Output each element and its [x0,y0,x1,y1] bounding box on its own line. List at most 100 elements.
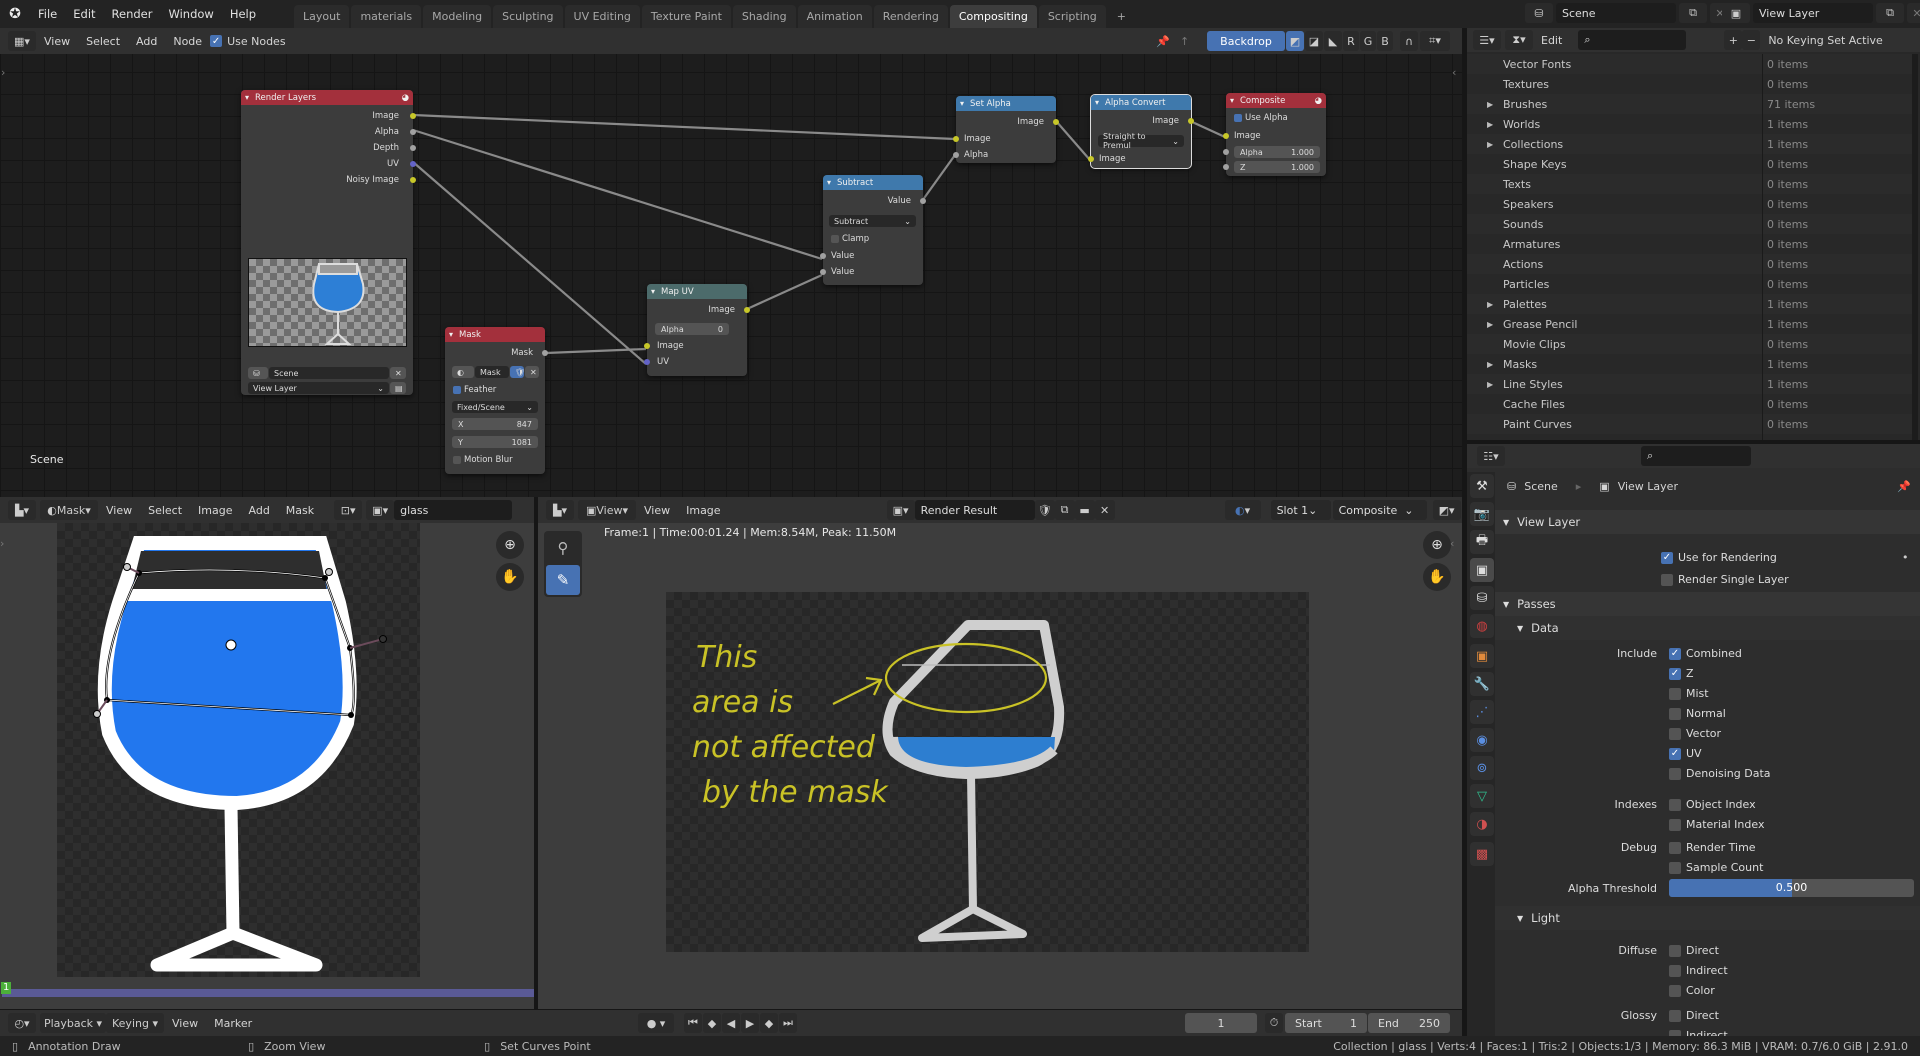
output-socket-mask[interactable] [542,350,548,356]
image-editor[interactable]: ▙▾ ▣ View ▾ View Image ▣▾ Render Result 🛡… [538,497,1462,1009]
render-single-layer-toggle[interactable]: Render Single Layer [1661,573,1789,586]
input-socket-image[interactable] [1223,133,1229,139]
view-layer-field[interactable]: View Layer [1753,3,1873,23]
editor-type-icon[interactable]: ☰▾ [1473,30,1501,50]
render-icon[interactable]: ◕ [402,93,409,103]
mask-node[interactable]: Mask Mask ◐ Mask 🛡 ✕ Feather Fixed/Scene… [445,327,548,474]
render-layer-dropdown[interactable]: Composite ⌄ [1332,500,1427,520]
render-layers-node[interactable]: Render Layers ◕ Image Alpha Depth UV Nois… [241,90,416,395]
glossy-direct-toggle[interactable]: Direct [1669,1009,1719,1022]
mode-dropdown[interactable]: ◐ Mask ▾ [40,500,98,520]
checkbox[interactable] [1669,727,1681,740]
scene-selector-icon[interactable]: ⛁ [1525,3,1553,23]
keying-menu[interactable]: Keying ▾ [106,1013,164,1033]
texture-tab-icon[interactable]: ▩ [1470,842,1494,866]
input-socket-value-2[interactable] [820,269,826,275]
outliner-row[interactable]: Shape Keys 0 items [1467,154,1912,174]
start-frame-field[interactable]: Start 1 [1285,1013,1367,1033]
modifier-tab-icon[interactable]: 🔧 [1470,672,1494,696]
subtract-node[interactable]: Subtract Value Subtract⌄ Clamp Value Val… [820,175,926,285]
outliner-row[interactable]: Vector Fonts 0 items [1467,54,1912,74]
input-socket-image[interactable] [644,343,650,349]
include-vector-toggle[interactable]: Vector [1669,727,1721,740]
outliner-row[interactable]: Particles 0 items [1467,274,1912,294]
next-keyframe-icon[interactable]: ◆ [760,1013,778,1033]
constraints-tab-icon[interactable]: ⊚ [1470,756,1494,780]
map-uv-node-header[interactable]: Map UV [647,284,747,299]
diffuse-indirect-toggle[interactable]: Indirect [1669,964,1728,977]
output-socket-image[interactable] [744,307,750,313]
use-alpha-checkbox[interactable] [1234,113,1242,122]
output-socket-uv[interactable] [410,161,416,167]
render-result-canvas[interactable]: This area is not affected by the mask [666,592,1309,952]
subtract-node-header[interactable]: Subtract [823,175,923,190]
outliner-row[interactable]: ▶ Worlds 1 items [1467,114,1912,134]
menu-render[interactable]: Render [104,7,161,21]
tab-compositing[interactable]: Compositing [949,5,1037,28]
tab-uv-editing[interactable]: UV Editing [564,5,640,28]
render-icon[interactable]: ◕ [1315,96,1322,106]
particles-tab-icon[interactable]: ⋰ [1470,700,1494,724]
add-keying-set-icon[interactable]: + [1724,30,1743,50]
composite-z-field[interactable]: Z 1.000 [1234,161,1320,173]
outliner-row[interactable]: Sounds 0 items [1467,214,1912,234]
menu-image[interactable]: Image [190,504,240,517]
toolbar-toggle-icon[interactable]: › [1,66,5,79]
slot-dropdown[interactable]: Slot 1 ⌄ [1270,500,1331,520]
output-socket-alpha[interactable] [410,129,416,135]
expand-arrow-icon[interactable]: ▶ [1487,140,1493,149]
expand-arrow-icon[interactable]: ▶ [1487,360,1493,369]
new-scene-icon[interactable]: ⧉ [1679,3,1707,23]
compositor-node-editor[interactable]: ▦▾ View Select Add Node ✓ Use Nodes 📌 ↑ … [0,28,1462,497]
clamp-toggle[interactable]: Clamp [831,233,869,245]
include-combined-toggle[interactable]: ✓ Combined [1669,647,1742,660]
checkbox[interactable] [1669,964,1681,977]
tab-modeling[interactable]: Modeling [423,5,492,28]
stopwatch-icon[interactable]: ⏱ [1265,1013,1283,1033]
current-frame-indicator[interactable]: 1 [1,982,12,994]
new-view-layer-icon[interactable]: ⧉ [1876,3,1904,23]
view-layer-selector-icon[interactable]: ▣ [1722,3,1750,23]
input-socket-z[interactable] [1223,164,1229,170]
outliner-row[interactable]: Movie Clips 0 items [1467,334,1912,354]
menu-view[interactable]: View [98,504,140,517]
scene-tab-icon[interactable]: ⛁ [1470,586,1494,610]
checkbox[interactable] [1669,984,1681,997]
menu-edit[interactable]: Edit [65,7,103,21]
set-alpha-node[interactable]: Set Alpha Image Image Alpha [953,96,1059,163]
include-uv-toggle[interactable]: ✓ UV [1669,747,1702,760]
input-socket-image[interactable] [1088,156,1094,162]
output-tab-icon[interactable]: 🖶 [1470,530,1494,554]
expand-arrow-icon[interactable]: ▶ [1487,100,1493,109]
editor-type-icon[interactable]: ◴▾ [8,1013,36,1033]
input-socket-value-1[interactable] [820,253,826,259]
properties-search-input[interactable]: ⌕ [1641,446,1751,466]
checkbox[interactable] [1669,798,1681,811]
outliner-row[interactable]: Actions 0 items [1467,254,1912,274]
outliner-row[interactable]: ▶ Brushes 71 items [1467,94,1912,114]
output-socket-image[interactable] [1053,119,1059,125]
menu-mask[interactable]: Mask [278,504,322,517]
play-reverse-icon[interactable]: ◀ [722,1013,740,1033]
output-socket-noisy-image[interactable] [410,177,416,183]
checkbox[interactable] [1669,818,1681,831]
diffuse-color-toggle[interactable]: Color [1669,984,1715,997]
checkbox[interactable] [1669,861,1681,874]
sample-tool-icon[interactable]: ⚲ [546,533,580,563]
editor-type-icon[interactable]: ☷▾ [1477,446,1505,466]
composite-node[interactable]: Composite ◕ Use Alpha Image Alpha 1.000 Z 1… [1223,93,1326,176]
data-tab-icon[interactable]: ▽ [1470,784,1494,808]
checkbox[interactable] [1669,767,1681,780]
new-image-icon[interactable]: ⧉ [1054,500,1075,520]
mask-y-field[interactable]: Y 1081 [452,436,538,448]
mask-x-field[interactable]: X 847 [452,418,538,430]
include-mist-toggle[interactable]: Mist [1669,687,1709,700]
feather-toggle[interactable]: Feather [453,384,496,396]
edit-menu[interactable]: Edit [1533,34,1570,47]
checkbox[interactable] [1669,944,1681,957]
outliner-scrollbar[interactable] [1912,54,1918,440]
sidebar-toggle-icon[interactable]: ‹ [1452,66,1456,79]
editor-type-icon[interactable]: ▙▾ [8,500,36,520]
pivot-point-icon[interactable]: ⊡▾ [334,500,363,520]
toolbar-toggle-icon[interactable]: › [0,537,4,550]
